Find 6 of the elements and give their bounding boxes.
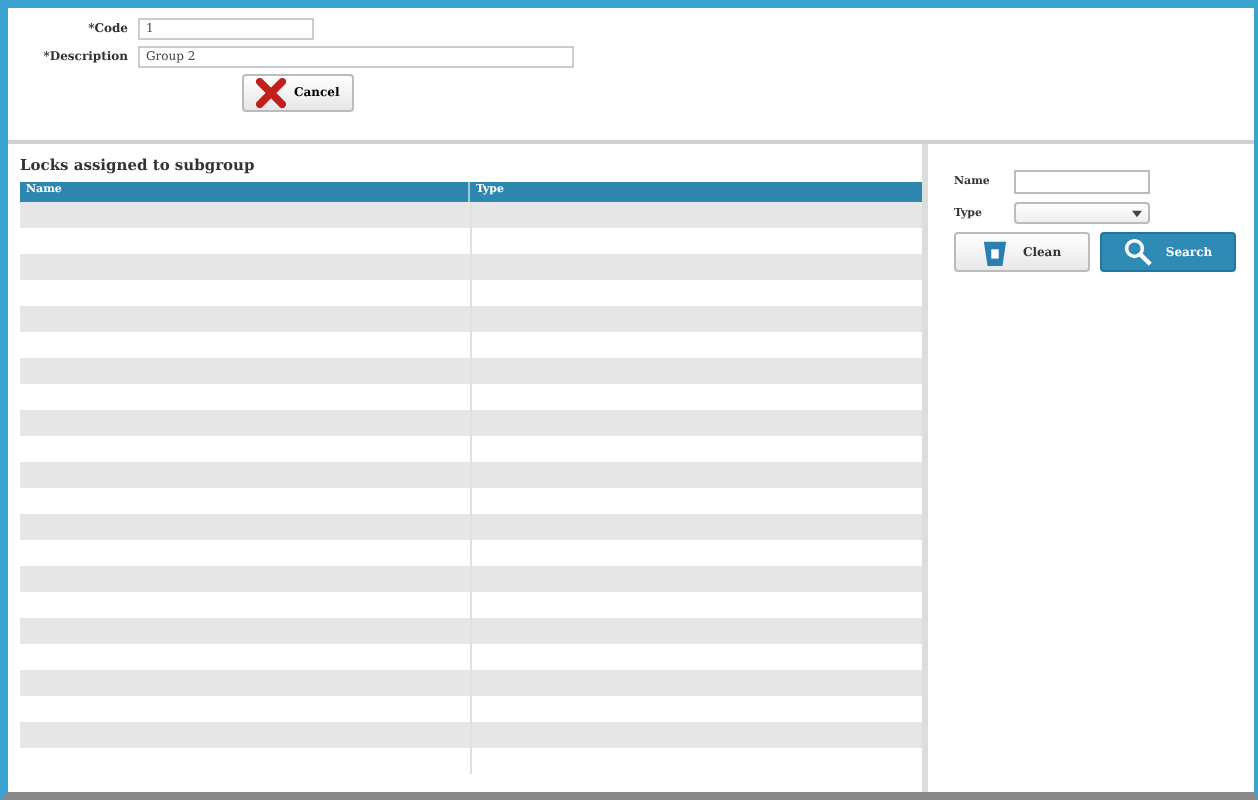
- search-icon: [1123, 238, 1152, 266]
- trash-icon: [982, 237, 1009, 267]
- caret-icon: [1132, 209, 1142, 217]
- name-field[interactable]: [1014, 170, 1150, 194]
- close-icon: [256, 78, 286, 108]
- type-dropdown[interactable]: [1014, 202, 1150, 224]
